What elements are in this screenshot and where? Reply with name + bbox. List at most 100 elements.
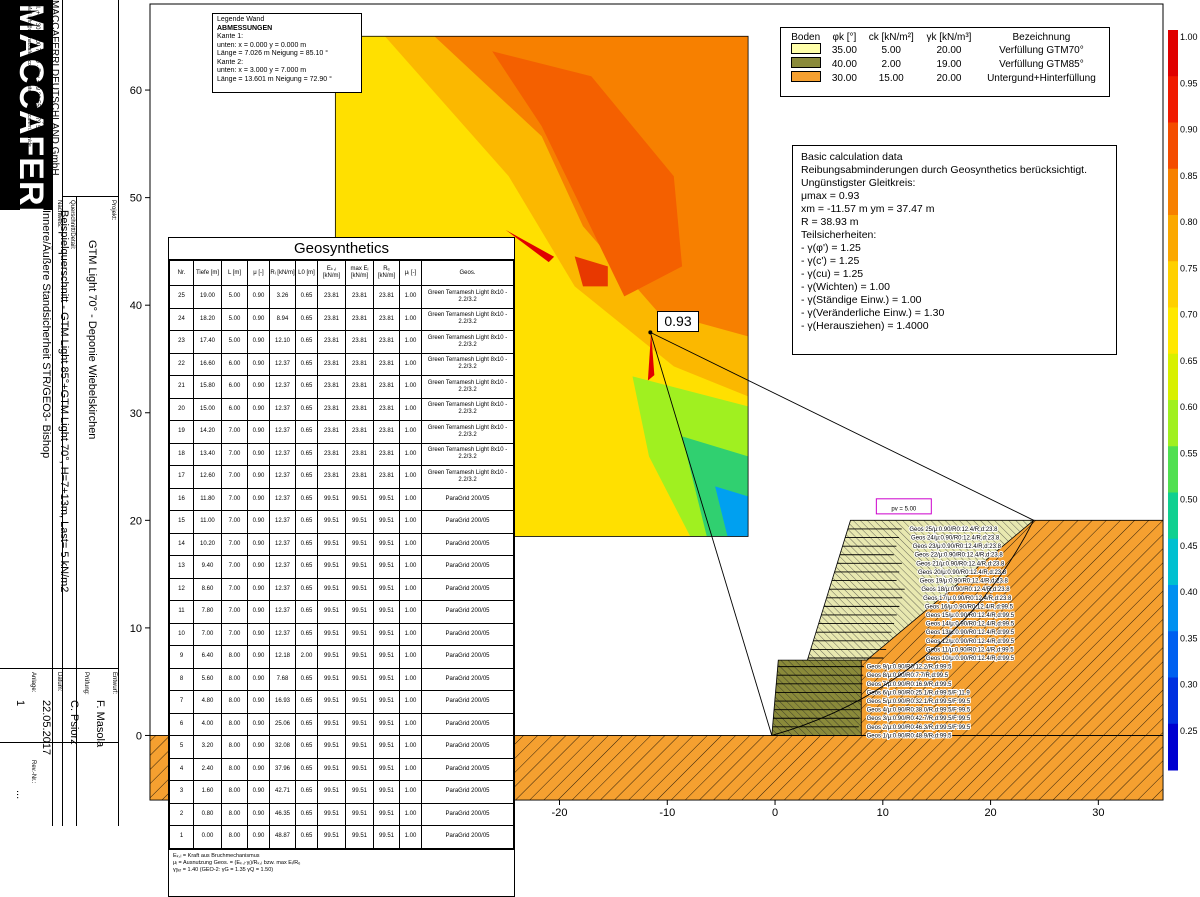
y-tick-label: 20: [130, 515, 142, 527]
footnote-2: μᵢ = Ausnutzung Geos. = (Eₖ,ᵢ·γᵢ)/Rₖ,ᵢ b…: [173, 859, 301, 866]
colorbar-tick-label: 0.60: [1180, 402, 1198, 412]
geos-label-5: Geos 5/μ:0.90/R0:32.1/R,d:99.5/F:99.5: [867, 699, 971, 705]
table-cell: 12.37: [269, 577, 296, 601]
footnote-3: γᵦₑᵣ = 1.40 (GEO-2: γG = 1.35 γQ = 1.50): [173, 866, 274, 873]
table-cell: ParaGrid 200/05: [421, 667, 514, 691]
colorbar-tick-label: 0.50: [1180, 495, 1198, 505]
table-cell: 16.60: [193, 352, 222, 376]
table-cell: 0.90: [247, 667, 270, 691]
table-cell: 2.00: [295, 645, 318, 669]
table-cell: 2.40: [193, 757, 222, 781]
table-cell: 8.00: [221, 757, 248, 781]
table-cell: 0.90: [247, 510, 270, 534]
table-cell: 99.51: [345, 555, 374, 579]
table-cell: 19.00: [193, 285, 222, 309]
colorbar-segment-15: [1168, 677, 1178, 725]
colorbar-tick-label: 0.65: [1180, 356, 1198, 366]
colorbar-segment-14: [1168, 631, 1178, 678]
table-cell: 0.65: [295, 735, 318, 759]
y-tick-label: 50: [130, 193, 142, 205]
table-cell: 23.81: [345, 330, 374, 354]
colorbar-segment-5: [1168, 215, 1178, 262]
soil-legend-row: 40.00 2.00 19.00 Verfüllung GTM85°: [785, 57, 1105, 71]
table-cell: 11: [169, 600, 194, 624]
table-cell: 1.00: [399, 420, 422, 444]
table-cell: 99.51: [373, 600, 400, 624]
table-cell: ParaGrid 200/05: [421, 577, 514, 601]
table-cell: 0.65: [295, 802, 318, 826]
colorbar-tick-label: 0.85: [1180, 171, 1198, 181]
colorbar-segment-3: [1168, 122, 1178, 170]
table-cell: ParaGrid 200/05: [421, 712, 514, 736]
table-cell: 0.90: [247, 825, 270, 849]
geos-label-8: Geos 8/μ:0.90/R0:7.7/R,d:99.5: [867, 673, 949, 679]
table-cell: 12.37: [269, 465, 296, 489]
table-cell: 0.90: [247, 307, 270, 331]
table-cell: 3: [169, 780, 194, 804]
table-cell: 0.65: [295, 532, 318, 556]
x-tick-label: 20: [984, 807, 996, 819]
table-cell: 7.00: [221, 577, 248, 601]
table-cell: 12.37: [269, 510, 296, 534]
table-row: 24 18.20 5.00 0.90 8.94 0.65 23.81 23.81 23.81 1.…: [169, 307, 514, 331]
table-cell: 14.20: [193, 420, 222, 444]
calc-xm-ym: xm = -11.57 m ym = 37.47 m: [801, 203, 935, 215]
table-cell: 99.51: [345, 735, 374, 759]
legend-wand-kante1-laenge: Länge = 7.026 m Neigung = 85.10 °: [217, 50, 328, 57]
table-cell: 7.80: [193, 600, 222, 624]
legend-wand-section: ABMESSUNGEN: [217, 24, 273, 32]
table-cell: 99.51: [345, 780, 374, 804]
table-cell: 0.90: [247, 735, 270, 759]
geos-header: Nr.: [169, 260, 194, 286]
table-cell: 1.00: [399, 442, 422, 466]
table-cell: 99.51: [373, 622, 400, 646]
datum-label: Datum:: [56, 672, 62, 692]
table-cell: 7.68: [269, 667, 296, 691]
table-cell: 7.00: [221, 487, 248, 511]
table-cell: 99.51: [317, 487, 346, 511]
calculation-data-box: Basic calculation data Reibungsabminderu…: [792, 145, 1117, 355]
y-tick-label: 60: [130, 85, 142, 97]
table-cell: 15.80: [193, 375, 222, 399]
table-cell: 37.96: [269, 757, 296, 781]
table-cell: 1.00: [399, 802, 422, 826]
table-cell: 99.51: [373, 735, 400, 759]
soil-legend-header: φk [°]: [832, 32, 857, 43]
geos-label-23: Geos 23/μ:0.90/R0:12.4/R,d:23.8: [913, 544, 1002, 550]
geosynthetics-title: Geosynthetics: [169, 238, 514, 260]
colorbar-tick-label: 0.35: [1180, 633, 1198, 643]
table-cell: 5.00: [221, 307, 248, 331]
footnote-1: Eₖ,ᵢ = Kraft aus Bruchmechanismus: [173, 852, 260, 859]
table-cell: 99.51: [317, 712, 346, 736]
table-cell: 8: [169, 667, 194, 691]
table-cell: 1.00: [399, 622, 422, 646]
x-tick-label: 0: [772, 807, 778, 819]
table-cell: 23.81: [317, 285, 346, 309]
soil-legend-cell: 30.00: [831, 72, 857, 84]
soil-legend-cell: 20.00: [936, 72, 962, 84]
table-cell: 1.00: [399, 375, 422, 399]
table-cell: 99.51: [345, 577, 374, 601]
table-cell: 99.51: [373, 690, 400, 714]
table-cell: 9.40: [193, 555, 222, 579]
table-cell: ParaGrid 200/05: [421, 532, 514, 556]
table-cell: 99.51: [373, 667, 400, 691]
table-cell: 1.00: [399, 600, 422, 624]
table-row: 7 4.80 8.00 0.90 16.93 0.65 99.51 99.51 99.51 1.0…: [169, 690, 514, 714]
soil-legend-cell: 5.00: [881, 44, 901, 56]
table-cell: 4: [169, 757, 194, 781]
table-cell: 23.81: [345, 397, 374, 421]
table-cell: 0.65: [295, 510, 318, 534]
geos-header: Geos.: [421, 260, 514, 286]
table-cell: ParaGrid 200/05: [421, 780, 514, 804]
table-cell: 6.40: [193, 645, 222, 669]
legend-wand-kante2-laenge: Länge = 13.601 m Neigung = 72.90 °: [217, 75, 332, 83]
table-cell: 0.65: [295, 780, 318, 804]
table-cell: 12.18: [269, 645, 296, 669]
table-cell: 99.51: [373, 802, 400, 826]
table-cell: 23.81: [317, 330, 346, 354]
colorbar-segment-6: [1168, 261, 1178, 308]
calc-factor: - γ(Wichten) = 1.00: [801, 281, 890, 293]
pruefung-label: Prüfung:: [83, 672, 89, 695]
soil-legend-header: γk [kN/m³]: [926, 32, 972, 43]
